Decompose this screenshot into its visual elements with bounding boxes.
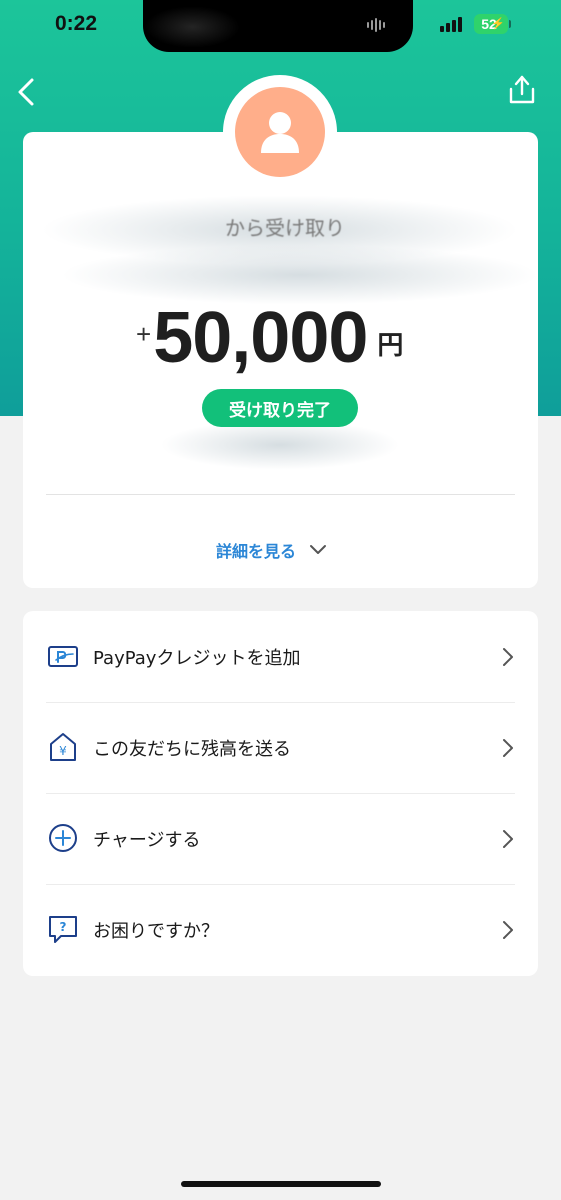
help-bubble-icon: ? [49,916,77,943]
share-button[interactable] [506,72,538,108]
cellular-signal-icon [440,16,462,32]
amount-display: + 50,000 円 [136,300,403,380]
svg-text:¥: ¥ [59,744,67,758]
details-label: 詳細を見る [216,542,297,561]
menu-item-add-credit[interactable]: PayPayクレジットを追加 [23,611,538,702]
amount-sign: + [136,319,152,349]
status-time: 0:22 [55,12,98,35]
menu-item-help[interactable]: ? お困りですか？ [23,884,538,975]
chevron-right-icon [503,648,513,666]
island-blur [145,6,240,48]
menu-item-label: チャージする [93,830,201,851]
privacy-blur [60,245,540,305]
audio-indicator-icon [367,18,385,32]
avatar [235,87,325,177]
amount-value: 50,000 [153,298,368,378]
chevron-down-icon [310,545,327,554]
back-button[interactable] [12,74,42,110]
paypay-card-icon [48,646,78,667]
action-menu: PayPayクレジットを追加 ¥ この友だちに残高を送る チャージする ? お困… [23,611,538,976]
amount-unit: 円 [377,331,404,361]
details-toggle[interactable]: 詳細を見る [216,536,328,564]
menu-item-charge[interactable]: チャージする [23,793,538,884]
share-icon [509,75,535,104]
status-badge: 受け取り完了 [202,389,358,427]
plus-circle-icon [49,824,77,852]
status-bar: 0:22 52 ⚡ [0,0,561,52]
svg-text:?: ? [60,920,67,934]
battery-tip [509,20,511,28]
charging-bolt-icon: ⚡ [491,18,505,30]
menu-item-label: この友だちに残高を送る [93,739,291,760]
battery-icon: 52 ⚡ [474,14,508,34]
privacy-blur [160,420,400,470]
chevron-right-icon [503,739,513,757]
menu-item-label: お困りですか？ [93,921,219,942]
user-silhouette-icon [261,112,299,153]
chevron-right-icon [503,830,513,848]
chevron-left-icon [18,78,34,106]
chevron-right-icon [503,921,513,939]
sender-label: から受け取り [225,216,345,240]
home-indicator [181,1181,381,1187]
menu-item-send-balance[interactable]: ¥ この友だちに残高を送る [23,702,538,793]
menu-item-label: PayPayクレジットを追加 [93,648,301,669]
card-divider [46,494,515,495]
yen-house-icon: ¥ [50,733,76,761]
